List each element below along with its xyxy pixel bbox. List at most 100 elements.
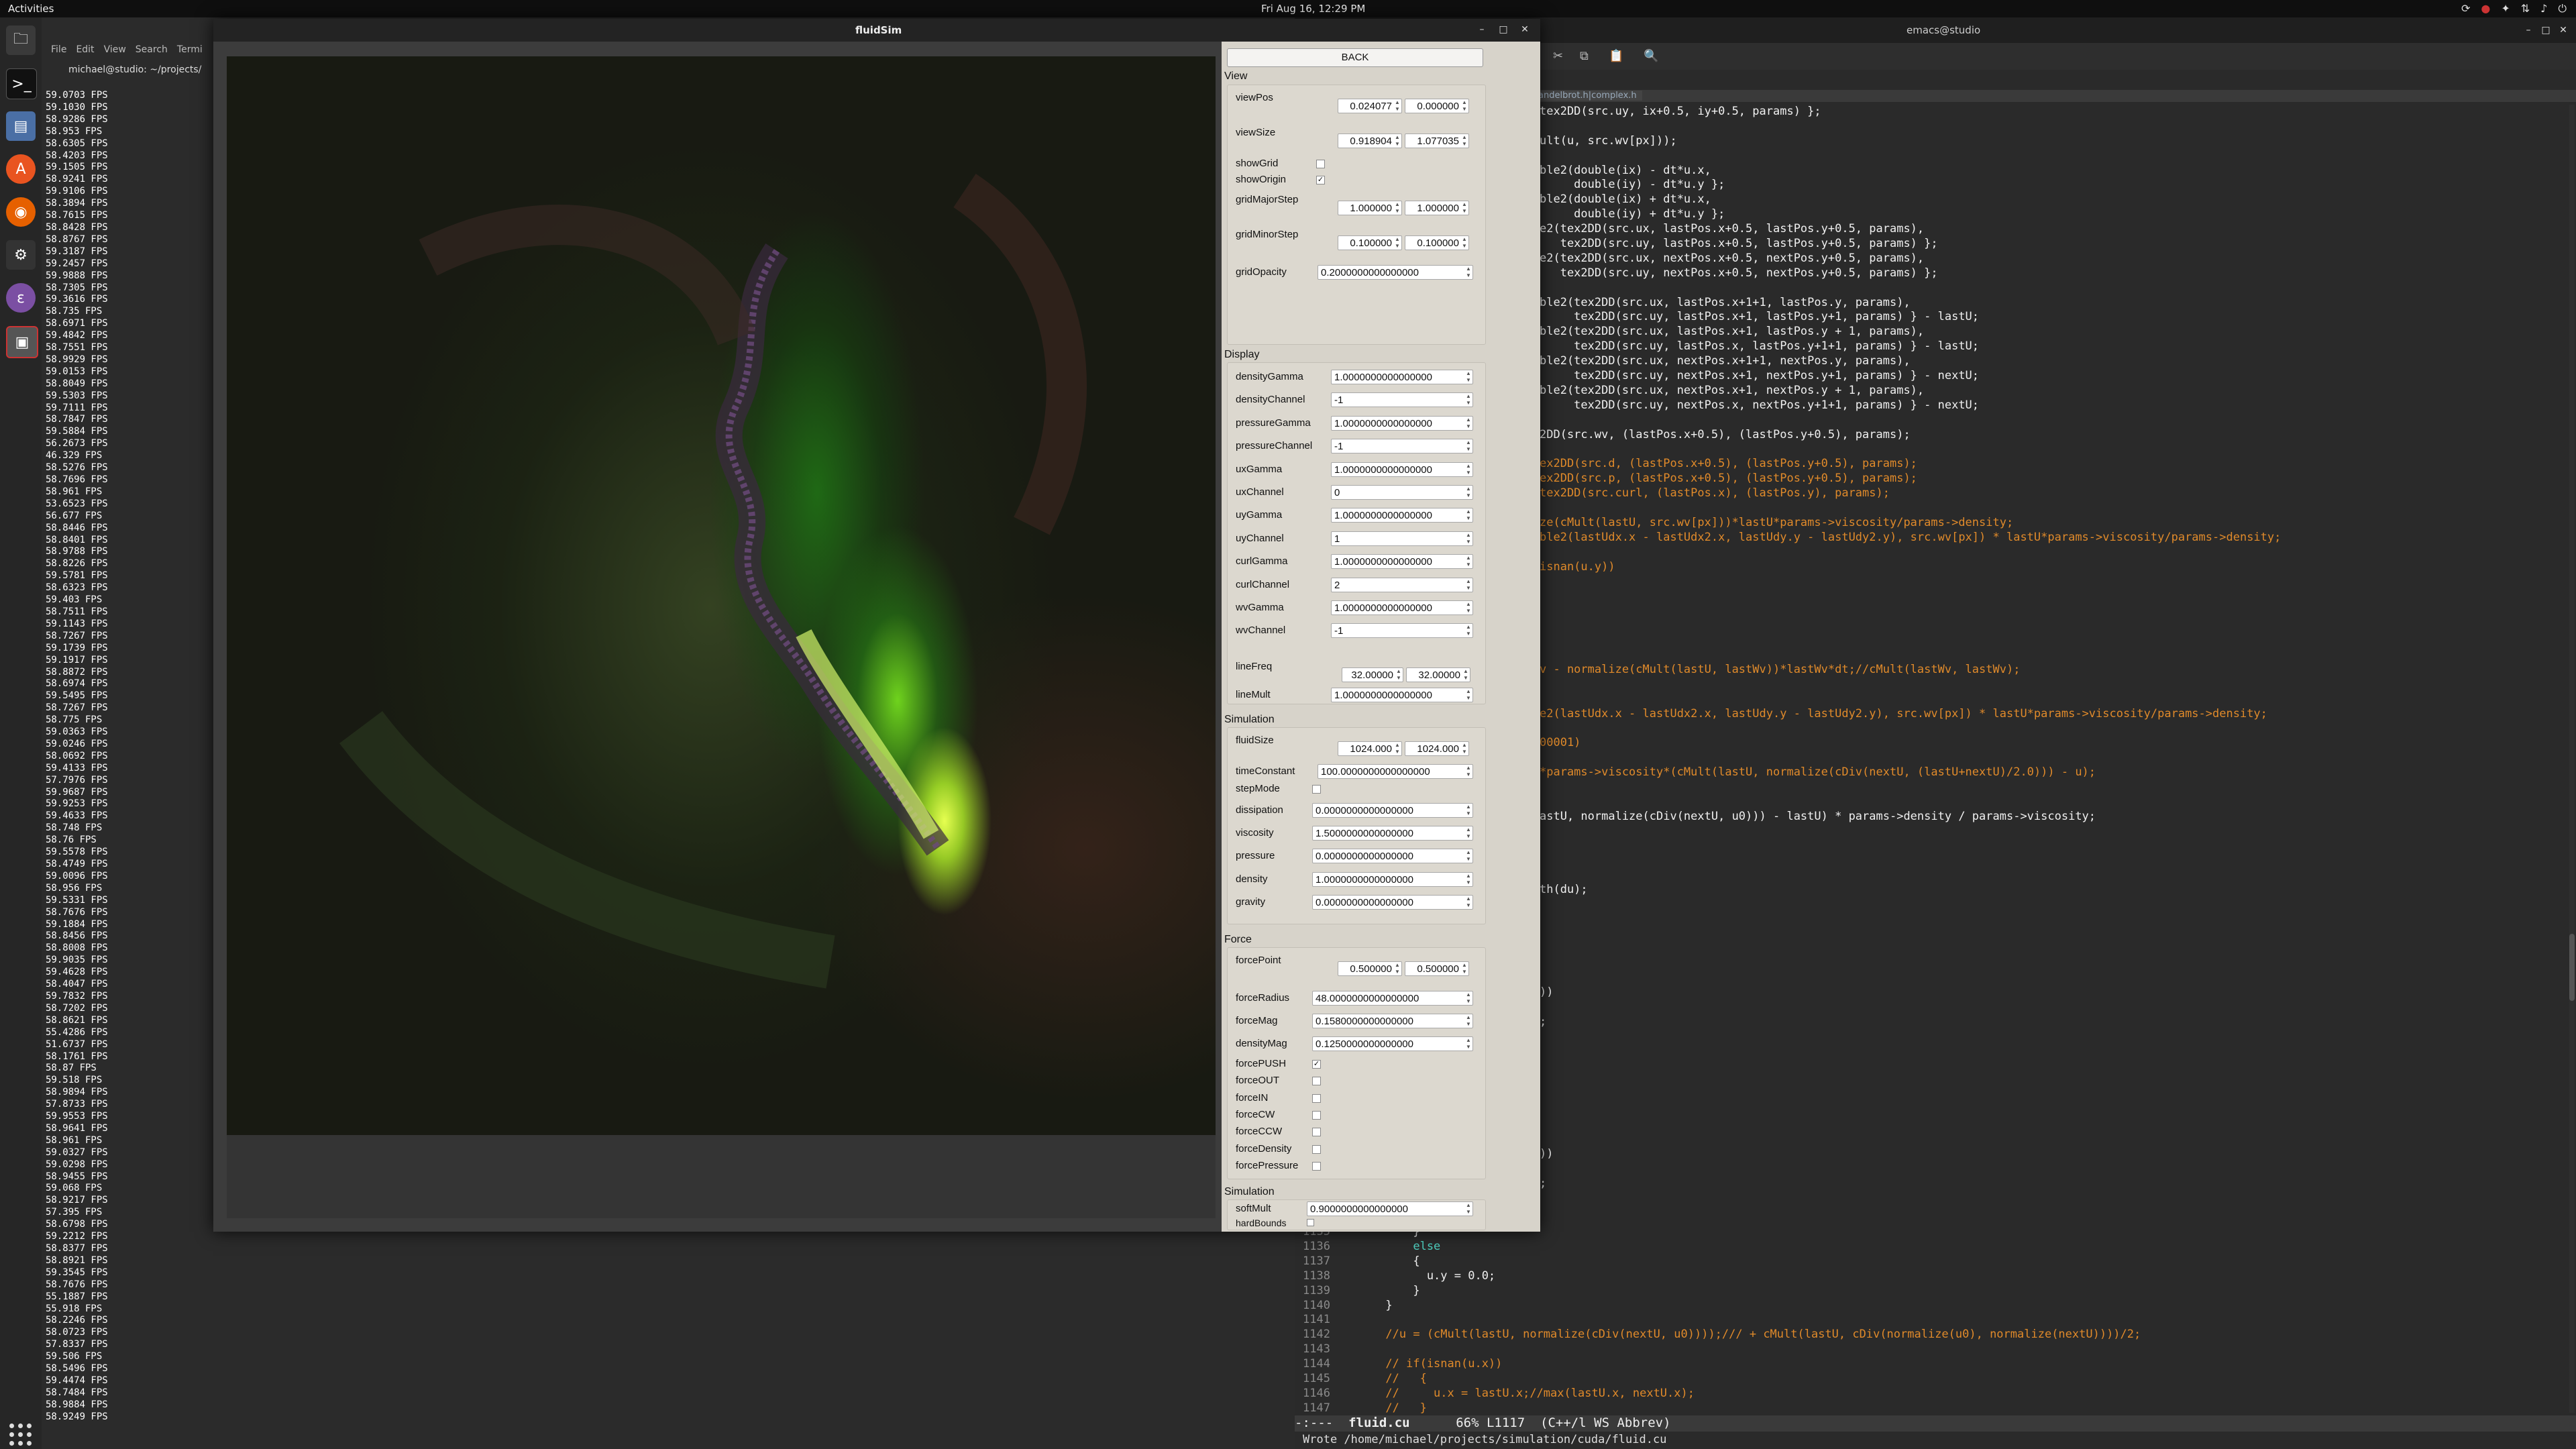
fluidsim-icon[interactable]: ▣ [6, 326, 38, 358]
paste-icon[interactable]: 📋 [1609, 49, 1623, 63]
fluidsize-y-input[interactable]: 1024.000 ▲ ▼ [1405, 741, 1469, 756]
minimize-icon[interactable]: – [2521, 23, 2536, 38]
spin-arrows-icon[interactable]: ▲ ▼ [1465, 393, 1472, 407]
spin-arrows-icon[interactable]: ▲ ▼ [1465, 849, 1472, 863]
timeconstant-input[interactable]: 100.0000000000000000 ▲ ▼ [1318, 764, 1473, 779]
copy-icon[interactable]: ⧉ [1580, 49, 1593, 63]
forcemag-input[interactable]: 0.1580000000000000 ▲ ▼ [1312, 1014, 1473, 1028]
spin-arrows-icon[interactable]: ▲ ▼ [1394, 962, 1401, 975]
curlchannel-input[interactable]: 2 ▲ ▼ [1331, 577, 1473, 592]
emacs-icon[interactable]: ε [6, 283, 36, 313]
spin-arrows-icon[interactable]: ▲ ▼ [1461, 134, 1468, 148]
viewsize-x-input[interactable]: 0.918904 ▲ ▼ [1338, 133, 1402, 148]
forceout-checkbox[interactable] [1312, 1077, 1321, 1086]
forcepush-checkbox[interactable]: ✓ [1312, 1060, 1321, 1069]
menu-edit[interactable]: Edit [76, 44, 94, 58]
spin-arrows-icon[interactable]: ▲ ▼ [1462, 668, 1469, 682]
terminal-tab-title[interactable]: michael@studio: ~/projects/ [68, 64, 201, 75]
spin-arrows-icon[interactable]: ▲ ▼ [1465, 896, 1472, 909]
forceradius-input[interactable]: 48.0000000000000000 ▲ ▼ [1312, 991, 1473, 1006]
network-icon[interactable]: ⇅ [2521, 2, 2530, 15]
show-apps-icon[interactable] [9, 1424, 32, 1446]
menu-view[interactable]: View [104, 44, 126, 58]
forcepoint-x-input[interactable]: 0.500000 ▲ ▼ [1338, 961, 1402, 976]
spin-arrows-icon[interactable]: ▲ ▼ [1465, 1202, 1472, 1216]
fluidsim-window[interactable]: fluidSim – □ ✕ BACK View viewPos 0.02407… [213, 19, 1540, 1232]
buffer-tab[interactable]: andelbrot.h|complex.h [1533, 91, 1642, 101]
files-icon[interactable]: 🗀 [6, 25, 36, 55]
spin-arrows-icon[interactable]: ▲ ▼ [1395, 668, 1402, 682]
forcepressure-checkbox[interactable] [1312, 1161, 1321, 1171]
spin-arrows-icon[interactable]: ▲ ▼ [1461, 962, 1468, 975]
maximize-icon[interactable]: □ [1496, 22, 1511, 37]
record-icon[interactable]: ● [2481, 2, 2490, 15]
spin-arrows-icon[interactable]: ▲ ▼ [1465, 688, 1472, 702]
spin-arrows-icon[interactable]: ▲ ▼ [1465, 266, 1472, 279]
spin-arrows-icon[interactable]: ▲ ▼ [1394, 99, 1401, 113]
viewpos-x-input[interactable]: 0.024077 ▲ ▼ [1338, 99, 1402, 113]
linefreq-b-input[interactable]: 32.00000 ▲ ▼ [1406, 667, 1470, 682]
spin-arrows-icon[interactable]: ▲ ▼ [1465, 555, 1472, 568]
spin-arrows-icon[interactable]: ▲ ▼ [1461, 201, 1468, 215]
spin-arrows-icon[interactable]: ▲ ▼ [1394, 236, 1401, 250]
spin-arrows-icon[interactable]: ▲ ▼ [1465, 508, 1472, 522]
spin-arrows-icon[interactable]: ▲ ▼ [1465, 532, 1472, 545]
gridminor-x-input[interactable]: 0.100000 ▲ ▼ [1338, 235, 1402, 250]
spin-arrows-icon[interactable]: ▲ ▼ [1461, 236, 1468, 250]
gridminor-y-input[interactable]: 0.100000 ▲ ▼ [1405, 235, 1469, 250]
spin-arrows-icon[interactable]: ▲ ▼ [1465, 991, 1472, 1005]
scrollbar-thumb[interactable] [2569, 934, 2575, 1001]
gridopacity-input[interactable]: 0.2000000000000000 ▲ ▼ [1318, 265, 1473, 280]
pressure-input[interactable]: 0.0000000000000000 ▲ ▼ [1312, 849, 1473, 864]
spin-arrows-icon[interactable]: ▲ ▼ [1465, 624, 1472, 637]
spin-arrows-icon[interactable]: ▲ ▼ [1465, 765, 1472, 778]
spin-arrows-icon[interactable]: ▲ ▼ [1394, 742, 1401, 755]
system-icon[interactable]: ⚙ [6, 240, 36, 270]
uxchannel-input[interactable]: 0 ▲ ▼ [1331, 485, 1473, 500]
activities-button[interactable]: Activities [8, 3, 54, 15]
spin-arrows-icon[interactable]: ▲ ▼ [1465, 1037, 1472, 1051]
pressurechannel-input[interactable]: -1 ▲ ▼ [1331, 439, 1473, 454]
dissipation-input[interactable]: 0.0000000000000000 ▲ ▼ [1312, 803, 1473, 818]
search-icon[interactable]: 🔍 [1644, 49, 1658, 63]
forceccw-checkbox[interactable] [1312, 1128, 1321, 1137]
minimize-icon[interactable]: – [1474, 22, 1489, 37]
forcein-checkbox[interactable] [1312, 1093, 1321, 1103]
viewpos-y-input[interactable]: 0.000000 ▲ ▼ [1405, 99, 1469, 113]
spin-arrows-icon[interactable]: ▲ ▼ [1465, 601, 1472, 614]
wvgamma-input[interactable]: 1.0000000000000000 ▲ ▼ [1331, 600, 1473, 615]
viscosity-input[interactable]: 1.5000000000000000 ▲ ▼ [1312, 826, 1473, 841]
stepmode-checkbox[interactable] [1312, 785, 1321, 794]
forcedensity-checkbox[interactable] [1312, 1144, 1321, 1154]
clock[interactable]: Fri Aug 16, 12:29 PM [1261, 3, 1365, 15]
system-tray[interactable]: ⟳ ● ✦ ⇅ ♪ ⏻ [2461, 2, 2567, 15]
spin-arrows-icon[interactable]: ▲ ▼ [1465, 439, 1472, 453]
viewsize-y-input[interactable]: 1.077035 ▲ ▼ [1405, 133, 1469, 148]
terminal-icon[interactable]: >_ [6, 68, 37, 99]
uygamma-input[interactable]: 1.0000000000000000 ▲ ▼ [1331, 508, 1473, 523]
spin-arrows-icon[interactable]: ▲ ▼ [1465, 417, 1472, 430]
densitygamma-input[interactable]: 1.0000000000000000 ▲ ▼ [1331, 370, 1473, 384]
linemult-input[interactable]: 1.0000000000000000 ▲ ▼ [1331, 688, 1473, 702]
hardbounds-checkbox[interactable] [1307, 1219, 1314, 1226]
close-icon[interactable]: ✕ [2556, 23, 2571, 38]
gridmajor-y-input[interactable]: 1.000000 ▲ ▼ [1405, 201, 1469, 215]
spin-arrows-icon[interactable]: ▲ ▼ [1465, 804, 1472, 817]
code-editor-numbered[interactable]: 1135 } 1136 else 1137 {1138 u.y = 0.0; 1139… [1303, 1225, 2141, 1416]
volume-icon[interactable]: ♪ [2540, 2, 2547, 15]
menu-search[interactable]: Search [136, 44, 168, 58]
firefox-icon[interactable]: ◉ [6, 197, 36, 227]
spin-arrows-icon[interactable]: ▲ ▼ [1465, 826, 1472, 840]
densitymag-input[interactable]: 0.1250000000000000 ▲ ▼ [1312, 1036, 1473, 1051]
showorigin-checkbox[interactable]: ✓ [1316, 176, 1325, 184]
spin-arrows-icon[interactable]: ▲ ▼ [1394, 201, 1401, 215]
maximize-icon[interactable]: □ [2538, 23, 2553, 38]
pressuregamma-input[interactable]: 1.0000000000000000 ▲ ▼ [1331, 415, 1473, 431]
spin-arrows-icon[interactable]: ▲ ▼ [1465, 370, 1472, 384]
curlgamma-input[interactable]: 1.0000000000000000 ▲ ▼ [1331, 554, 1473, 570]
update-icon[interactable]: ⟳ [2461, 2, 2470, 15]
wvchannel-input[interactable]: -1 ▲ ▼ [1331, 623, 1473, 639]
fluidsize-x-input[interactable]: 1024.000 ▲ ▼ [1338, 741, 1402, 756]
back-button[interactable]: BACK [1227, 48, 1483, 67]
cut-icon[interactable]: ✂ [1553, 49, 1566, 63]
